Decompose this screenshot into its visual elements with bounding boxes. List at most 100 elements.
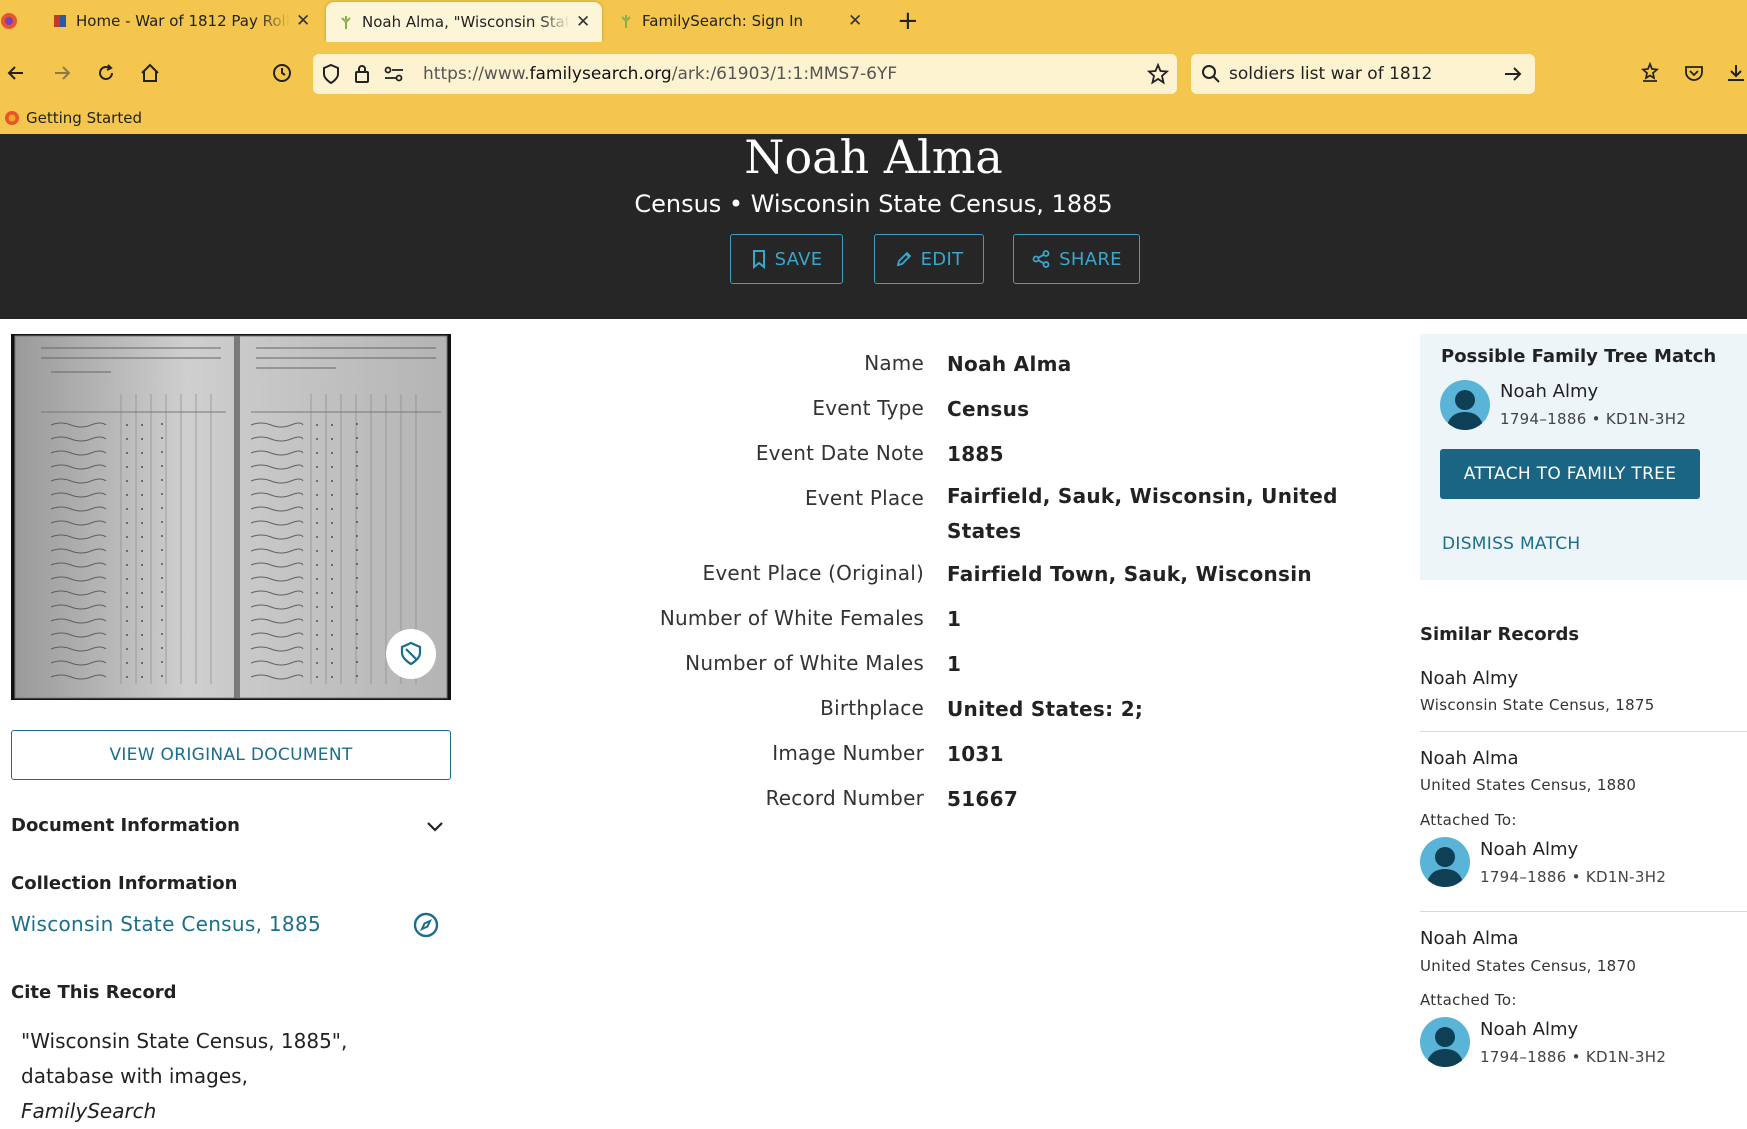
permissions-icon[interactable]: [383, 64, 405, 88]
navigation-bar: https://www.familysearch.org/ark:/61903/…: [0, 42, 1747, 104]
similar-record-collection: United States Census, 1870: [1420, 957, 1637, 975]
pocket-icon[interactable]: [1680, 59, 1708, 87]
citation-line: database with images,: [21, 1064, 248, 1088]
record-image-thumbnail[interactable]: [11, 334, 451, 700]
save-button[interactable]: SAVE: [730, 234, 843, 284]
fact-value-event-place-original: Fairfield Town, Sauk, Wisconsin: [947, 562, 1312, 586]
document-information-toggle[interactable]: Document Information: [11, 815, 240, 836]
save-label: SAVE: [774, 248, 823, 270]
firefox-icon: [5, 111, 19, 125]
close-tab-icon[interactable]: ✕: [848, 11, 862, 31]
record-header: Noah Alma Census • Wisconsin State Censu…: [0, 130, 1747, 319]
similar-record-collection: Wisconsin State Census, 1875: [1420, 696, 1655, 714]
close-tab-icon[interactable]: ✕: [296, 11, 310, 31]
fact-label-event-place-original: Event Place (Original): [702, 561, 924, 585]
view-original-document-button[interactable]: VIEW ORIGINAL DOCUMENT: [11, 730, 451, 780]
search-go-arrow-icon[interactable]: [1503, 64, 1523, 88]
downloads-icon[interactable]: [1722, 59, 1747, 87]
fact-label-event-date-note: Event Date Note: [755, 441, 924, 465]
match-person-name[interactable]: Noah Almy: [1500, 381, 1598, 402]
edit-button[interactable]: EDIT: [874, 234, 984, 284]
avatar[interactable]: [1420, 1017, 1470, 1067]
familysearch-tree-icon: [621, 15, 631, 28]
similar-records-heading: Similar Records: [1420, 624, 1580, 645]
fact-value-image-number: 1031: [947, 742, 1004, 766]
fact-label-event-type: Event Type: [812, 396, 924, 420]
fact-value-event-place: Fairfield, Sauk, Wisconsin, United State…: [947, 484, 1338, 543]
record-subtitle: Census • Wisconsin State Census, 1885: [634, 190, 1113, 218]
person-silhouette-icon: [1426, 847, 1464, 887]
tab-noah-alma[interactable]: Noah Alma, "Wisconsin State Ce ✕: [326, 2, 602, 42]
dismiss-match-button[interactable]: DISMISS MATCH: [1442, 534, 1580, 554]
tab-bar: Home - War of 1812 Pay Rolls a ✕ Noah Al…: [0, 0, 1747, 42]
search-icon: [1201, 64, 1221, 88]
back-icon[interactable]: [2, 59, 30, 87]
tracking-shield-icon[interactable]: [321, 63, 341, 89]
close-tab-icon[interactable]: ✕: [576, 12, 590, 32]
tab-title: Noah Alma, "Wisconsin State Ce: [362, 13, 570, 31]
person-silhouette-icon: [1446, 390, 1484, 430]
fact-label-record-number: Record Number: [765, 786, 924, 810]
similar-record-collection: United States Census, 1880: [1420, 776, 1637, 794]
tab-familysearch-signin[interactable]: FamilySearch: Sign In ✕: [606, 0, 874, 42]
search-input[interactable]: soldiers list war of 1812: [1229, 64, 1432, 84]
bookmark-star-icon[interactable]: [1146, 62, 1170, 89]
attached-person-name[interactable]: Noah Almy: [1480, 839, 1578, 860]
compass-icon[interactable]: [412, 911, 440, 943]
collection-link[interactable]: Wisconsin State Census, 1885: [11, 912, 321, 936]
collection-information-heading: Collection Information: [11, 873, 238, 894]
person-silhouette-icon: [1426, 1027, 1464, 1067]
census-page-image: [14, 335, 448, 699]
new-tab-icon[interactable]: +: [897, 6, 919, 36]
citation-line: FamilySearch: [21, 1099, 157, 1123]
similar-record-name[interactable]: Noah Almy: [1420, 668, 1518, 689]
history-icon[interactable]: [268, 59, 296, 87]
fact-value-birthplace: United States: 2;: [947, 697, 1144, 721]
lock-icon[interactable]: [353, 63, 371, 89]
fact-value-event-type: Census: [947, 397, 1030, 421]
match-title: Possible Family Tree Match: [1441, 346, 1717, 367]
url-text[interactable]: https://www.familysearch.org/ark:/61903/…: [423, 64, 897, 84]
avatar[interactable]: [1420, 837, 1470, 887]
edit-label: EDIT: [920, 248, 964, 270]
fact-value-record-number: 51667: [947, 787, 1019, 811]
share-label: SHARE: [1059, 248, 1122, 270]
record-title: Noah Alma: [744, 130, 1003, 184]
share-icon: [1032, 250, 1050, 268]
address-bar[interactable]: https://www.familysearch.org/ark:/61903/…: [313, 54, 1177, 94]
cite-this-record-heading: Cite This Record: [11, 982, 177, 1003]
avatar[interactable]: [1440, 380, 1490, 430]
fact-label-event-place: Event Place: [804, 486, 924, 510]
home-icon[interactable]: [136, 59, 164, 87]
fact-value-white-females: 1: [947, 607, 962, 631]
fact-value-event-date-note: 1885: [947, 442, 1004, 466]
tab-title: Home - War of 1812 Pay Rolls a: [76, 12, 290, 30]
bookmark-getting-started[interactable]: Getting Started: [4, 109, 142, 127]
firefox-icon[interactable]: [0, 12, 18, 34]
privacy-shield-icon[interactable]: [386, 629, 436, 679]
fact-label-white-females: Number of White Females: [659, 606, 924, 630]
fact-label-white-males: Number of White Males: [685, 651, 924, 675]
bookmark-icon: [752, 250, 765, 269]
fact-value-name: Noah Alma: [947, 352, 1072, 376]
fact-label-image-number: Image Number: [772, 741, 924, 765]
tab-war-of-1812[interactable]: Home - War of 1812 Pay Rolls a ✕: [40, 0, 322, 42]
chevron-down-icon[interactable]: [424, 816, 446, 840]
familysearch-tree-icon: [341, 16, 351, 29]
attached-to-label: Attached To:: [1420, 811, 1517, 829]
reload-icon[interactable]: [92, 59, 120, 87]
share-button[interactable]: SHARE: [1013, 234, 1140, 284]
pencil-icon: [896, 251, 911, 267]
similar-record-name[interactable]: Noah Alma: [1420, 748, 1519, 769]
divider: [1420, 731, 1747, 732]
fact-label-birthplace: Birthplace: [820, 696, 924, 720]
possible-family-tree-match-card: Possible Family Tree Match Noah Almy 179…: [1420, 334, 1747, 580]
fact-label-name: Name: [864, 351, 924, 375]
attached-person-name[interactable]: Noah Almy: [1480, 1019, 1578, 1040]
attach-to-family-tree-button[interactable]: ATTACH TO FAMILY TREE: [1440, 449, 1700, 499]
pocket-save-icon[interactable]: [1636, 59, 1664, 87]
similar-record-name[interactable]: Noah Alma: [1420, 928, 1519, 949]
search-bar[interactable]: soldiers list war of 1812: [1191, 54, 1535, 94]
citation-text: "Wisconsin State Census, 1885", database…: [21, 1024, 421, 1129]
forward-icon[interactable]: [48, 59, 76, 87]
